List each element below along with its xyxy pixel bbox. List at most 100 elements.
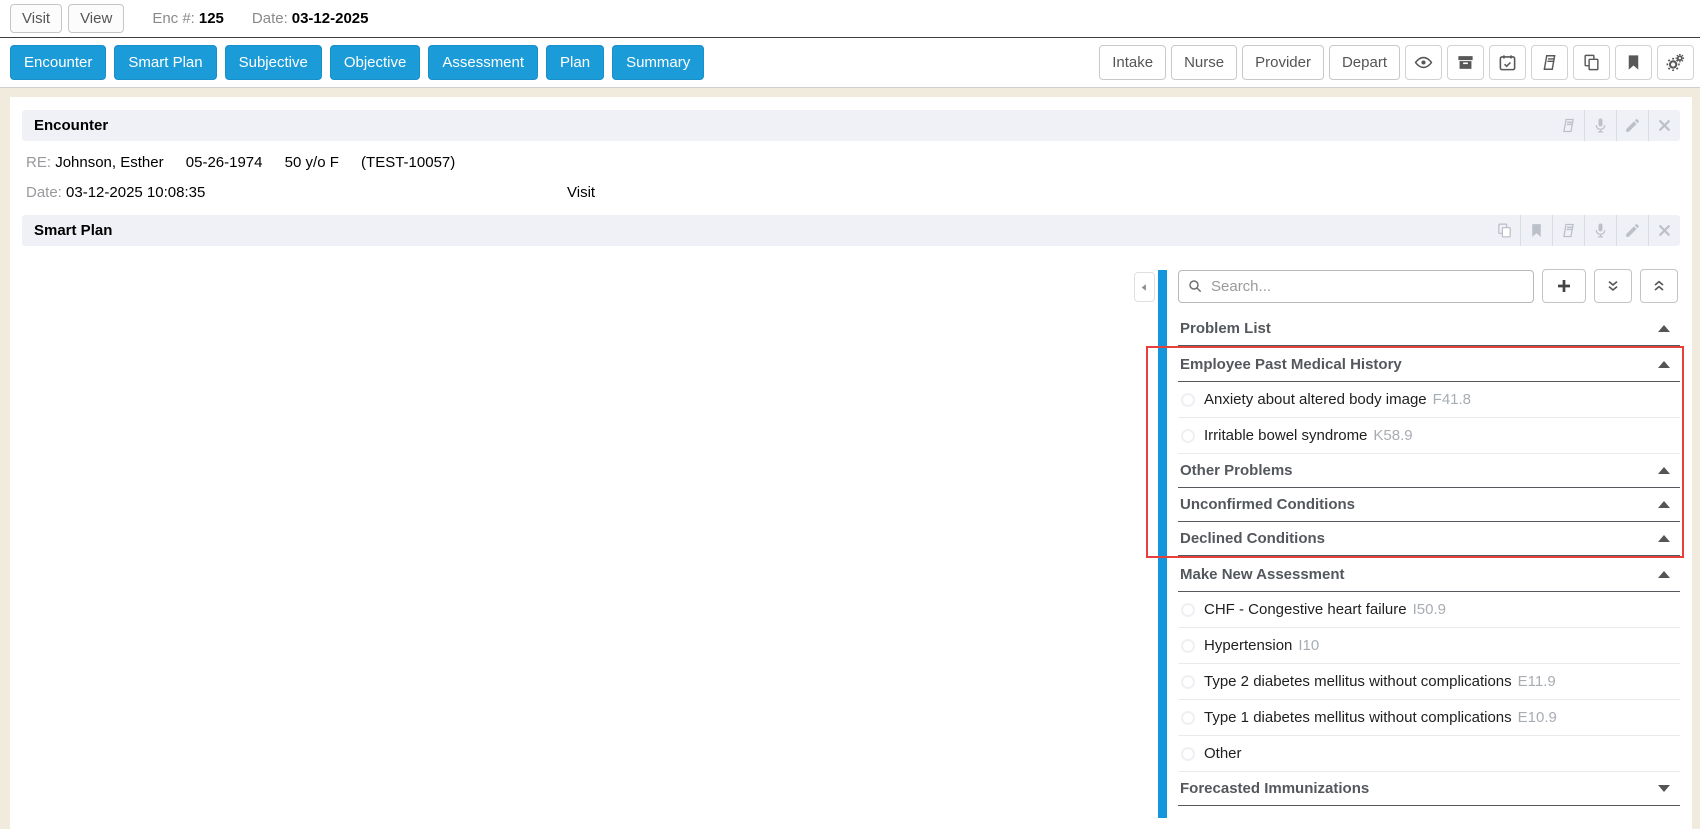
radio-icon[interactable] xyxy=(1181,639,1195,653)
view-button[interactable]: View xyxy=(68,4,124,33)
condition-item[interactable]: Type 2 diabetes mellitus without complic… xyxy=(1178,664,1680,700)
calendar-check-button[interactable] xyxy=(1489,45,1526,80)
copy-icon xyxy=(1582,53,1601,72)
panel-collapse-button[interactable] xyxy=(1134,272,1155,302)
highlighted-group: Employee Past Medical History Anxiety abo… xyxy=(1146,346,1684,558)
intake-button[interactable]: Intake xyxy=(1099,45,1166,80)
role-buttons: IntakeNurseProviderDepart xyxy=(1099,45,1400,80)
caret-up-icon xyxy=(1658,361,1670,368)
section-label: Make New Assessment xyxy=(1180,566,1345,583)
content-panel: Encounter RE: Johnson, Esther 05-26-1974… xyxy=(10,97,1692,829)
microphone-button[interactable] xyxy=(1584,110,1616,141)
patient-age-sex: 50 y/o F xyxy=(285,154,339,171)
microphone-button[interactable] xyxy=(1584,215,1616,246)
pencil-button[interactable] xyxy=(1616,215,1648,246)
close-button[interactable] xyxy=(1648,110,1680,141)
add-button[interactable] xyxy=(1542,269,1586,303)
condition-item[interactable]: Irritable bowel syndrome K58.9 xyxy=(1178,418,1680,454)
close-icon xyxy=(1656,222,1673,239)
section-header-declined-conditions[interactable]: Declined Conditions xyxy=(1178,522,1680,556)
patient-dob: 05-26-1974 xyxy=(186,154,263,171)
microphone-icon xyxy=(1592,222,1609,239)
radio-icon[interactable] xyxy=(1181,711,1195,725)
search-input[interactable] xyxy=(1178,270,1534,303)
section-header-forecasted-immunizations[interactable]: Forecasted Immunizations xyxy=(1178,772,1680,806)
section-header-unconfirmed-conditions[interactable]: Unconfirmed Conditions xyxy=(1178,488,1680,522)
search-box xyxy=(1178,270,1534,303)
nav-tab-summary[interactable]: Summary xyxy=(612,45,704,80)
icd-code: K58.9 xyxy=(1373,427,1412,444)
bookmark-button[interactable] xyxy=(1615,45,1652,80)
bookmark-button[interactable] xyxy=(1520,215,1552,246)
section-header-make-new-assessment[interactable]: Make New Assessment xyxy=(1178,558,1680,592)
microphone-icon xyxy=(1592,117,1609,134)
condition-name: Anxiety about altered body image xyxy=(1204,391,1427,408)
condition-name: Irritable bowel syndrome xyxy=(1204,427,1367,444)
gears-button[interactable] xyxy=(1657,45,1694,80)
section-label: Other Problems xyxy=(1180,462,1293,479)
book-button[interactable] xyxy=(1531,45,1568,80)
nav-tab-encounter[interactable]: Encounter xyxy=(10,45,106,80)
smart-plan-title: Smart Plan xyxy=(34,222,112,239)
section-header-employee-past-medical-history[interactable]: Employee Past Medical History xyxy=(1178,348,1680,382)
book-icon xyxy=(1560,117,1577,134)
section-header-problem-list[interactable]: Problem List xyxy=(1178,312,1680,346)
nav-tabs: EncounterSmart Plan SubjectiveObjectiveAs… xyxy=(10,45,704,80)
nav-toolbar: EncounterSmart Plan SubjectiveObjectiveAs… xyxy=(0,38,1700,88)
nav-tab-assessment[interactable]: Assessment xyxy=(428,45,538,80)
radio-icon[interactable] xyxy=(1181,429,1195,443)
condition-name: Type 1 diabetes mellitus without complic… xyxy=(1204,709,1512,726)
encounter-number: Enc #:125 xyxy=(152,10,224,27)
copy-button[interactable] xyxy=(1488,215,1520,246)
condition-item[interactable]: HypertensionI10 xyxy=(1178,628,1680,664)
section-list: Problem List Employee Past Medical Histor… xyxy=(1178,312,1680,806)
radio-icon[interactable] xyxy=(1181,393,1195,407)
archive-button[interactable] xyxy=(1447,45,1484,80)
section-label: Employee Past Medical History xyxy=(1180,356,1402,373)
visit-type: Visit xyxy=(567,184,595,201)
visit-button[interactable]: Visit xyxy=(10,4,62,33)
provider-button[interactable]: Provider xyxy=(1242,45,1324,80)
bookmark-icon xyxy=(1624,53,1643,72)
nurse-button[interactable]: Nurse xyxy=(1171,45,1237,80)
icd-code: F41.8 xyxy=(1433,391,1471,408)
copy-button[interactable] xyxy=(1573,45,1610,80)
condition-item[interactable]: Other xyxy=(1178,736,1680,772)
plus-icon xyxy=(1555,277,1573,295)
condition-name: Hypertension xyxy=(1204,637,1292,654)
collapse-all-button[interactable] xyxy=(1640,269,1678,303)
eye-button[interactable] xyxy=(1405,45,1442,80)
section-label: Problem List xyxy=(1180,320,1271,337)
condition-name: Other xyxy=(1204,745,1242,762)
book-button[interactable] xyxy=(1552,110,1584,141)
nav-tab-plan[interactable]: Plan xyxy=(546,45,604,80)
caret-up-icon xyxy=(1658,571,1670,578)
condition-item[interactable]: Anxiety about altered body image F41.8 xyxy=(1178,382,1680,418)
gears-icon xyxy=(1666,53,1685,72)
radio-icon[interactable] xyxy=(1181,603,1195,617)
caret-left-icon xyxy=(1139,282,1150,293)
pencil-button[interactable] xyxy=(1616,110,1648,141)
archive-icon xyxy=(1456,53,1475,72)
caret-down-icon xyxy=(1658,785,1670,792)
depart-button[interactable]: Depart xyxy=(1329,45,1400,80)
condition-item[interactable]: Type 1 diabetes mellitus without complic… xyxy=(1178,700,1680,736)
condition-item[interactable]: CHF - Congestive heart failureI50.9 xyxy=(1178,592,1680,628)
top-toolbar: Visit View Enc #:125 Date:03-12-2025 xyxy=(0,0,1700,38)
section-label: Forecasted Immunizations xyxy=(1180,780,1369,797)
nav-tab-smart-plan[interactable]: Smart Plan xyxy=(114,45,216,80)
expand-all-button[interactable] xyxy=(1594,269,1632,303)
nav-tab-subjective[interactable]: Subjective xyxy=(225,45,322,80)
condition-name: CHF - Congestive heart failure xyxy=(1204,601,1407,618)
encounter-date-row: Date: 03-12-2025 10:08:35 Visit xyxy=(22,184,1680,201)
radio-icon[interactable] xyxy=(1181,747,1195,761)
caret-up-icon xyxy=(1658,501,1670,508)
radio-icon[interactable] xyxy=(1181,675,1195,689)
caret-up-icon xyxy=(1658,325,1670,332)
bookmark-icon xyxy=(1528,222,1545,239)
section-header-other-problems[interactable]: Other Problems xyxy=(1178,454,1680,488)
smart-plan-actions xyxy=(1488,215,1680,246)
close-button[interactable] xyxy=(1648,215,1680,246)
nav-tab-objective[interactable]: Objective xyxy=(330,45,421,80)
book-button[interactable] xyxy=(1552,215,1584,246)
